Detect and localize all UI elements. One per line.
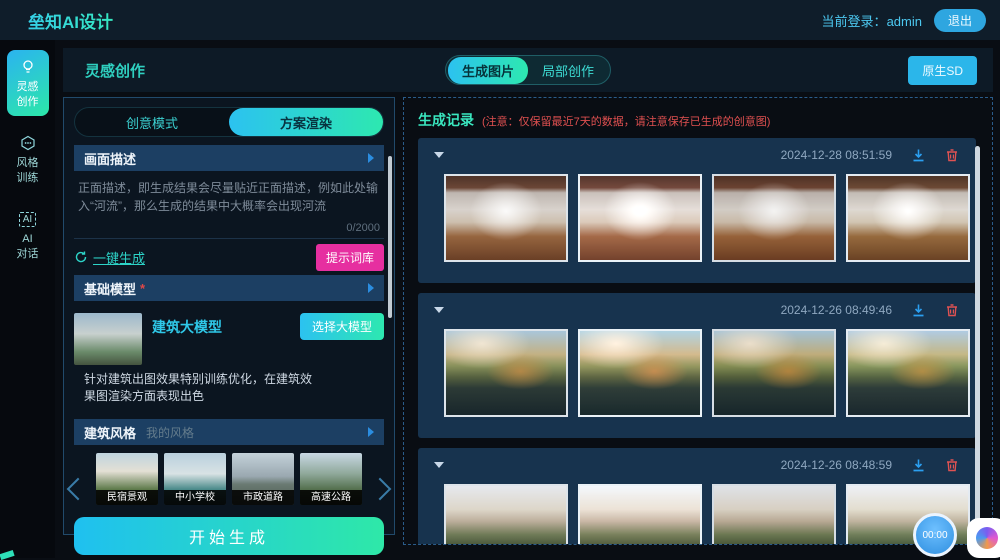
lightbulb-icon [18,57,38,77]
history-title: 生成记录 [418,110,474,130]
generated-image-thumbnail[interactable] [578,174,702,262]
chevron-right-icon [368,153,374,163]
start-generate-button[interactable]: 开始生成 [74,517,384,555]
download-icon[interactable] [910,457,926,473]
style-item-label: 民宿景观 [96,490,158,505]
generated-image-thumbnail[interactable] [712,329,836,417]
generated-image-thumbnail[interactable] [578,484,702,545]
base-model-section-header[interactable]: 基础模型 * [74,275,384,301]
chevron-right-icon [368,283,374,293]
creation-mode-tabs: 生成图片 局部创作 [445,55,611,85]
sidebar-item-label: 风格 [17,156,39,171]
description-section-title: 画面描述 [84,149,136,168]
model-description: 针对建筑出图效果特别训练优化，在建筑效果图渲染方面表现出色 [6,371,316,405]
sidebar-item-label: AI [22,232,32,247]
sidebar-item-label: 训练 [17,171,39,186]
hexagon-icon [18,133,38,153]
one-click-generate-link[interactable]: 一键生成 [74,248,145,267]
style-carousel: 民宿景观 中小学校 市政道路 高速公路 [68,453,390,505]
page-toolbar: 灵感创作 生成图片 局部创作 原生SD [63,48,993,92]
delete-icon[interactable] [944,302,960,318]
app-header: 垒知AI设计 当前登录：admin 退出 [0,0,1000,40]
generation-record: 2024-12-26 08:48:59 [418,448,976,545]
app-title: 垒知AI设计 [28,8,113,33]
style-section-header[interactable]: 建筑风格 我的风格 [74,419,384,445]
style-item[interactable]: 民宿景观 [96,453,158,505]
sidebar-item-label: 创作 [17,95,39,110]
generated-image-thumbnail[interactable] [444,174,568,262]
select-model-button[interactable]: 选择大模型 [300,313,384,340]
download-icon[interactable] [910,147,926,163]
sidebar-item-style-training[interactable]: 风格 训练 [7,126,49,192]
page-title: 灵感创作 [85,60,145,81]
style-item-label: 高速公路 [300,490,362,505]
refresh-icon [74,250,88,264]
login-username: admin [887,14,922,29]
style-section-title: 建筑风格 [84,423,136,442]
delete-icon[interactable] [944,147,960,163]
base-model-section-title: 基础模型 [84,279,136,298]
sidebar: 灵感 创作 风格 训练 AI AI 对话 [0,40,55,558]
collapse-caret-icon[interactable] [434,152,444,158]
style-item[interactable]: 市政道路 [232,453,294,505]
tab-generate-image[interactable]: 生成图片 [448,57,528,84]
generation-settings-panel: 创意模式 方案渲染 画面描述 0/2000 一键生成 提示词库 基础模型 * 建… [63,97,395,535]
required-mark: * [140,281,145,296]
tab-plan-render[interactable]: 方案渲染 [229,108,383,136]
generated-image-thumbnail[interactable] [712,174,836,262]
collapse-caret-icon[interactable] [434,307,444,313]
generation-record: 2024-12-26 08:49:46 [418,293,976,438]
model-thumbnail [74,313,142,365]
generated-image-thumbnail[interactable] [444,329,568,417]
ai-assistant-button[interactable] [967,518,1000,558]
timer-button[interactable]: 00:00 [913,513,957,557]
model-name: 建筑大模型 [152,317,222,337]
generated-image-thumbnail[interactable] [846,174,970,262]
prompt-library-button[interactable]: 提示词库 [316,244,384,271]
style-item[interactable]: 高速公路 [300,453,362,505]
style-item-label: 市政道路 [232,490,294,505]
style-item[interactable]: 中小学校 [164,453,226,505]
base-model-card: 建筑大模型 选择大模型 针对建筑出图效果特别训练优化，在建筑效果图渲染方面表现出… [74,309,384,413]
description-section-header[interactable]: 画面描述 [74,145,384,171]
one-click-generate-label: 一键生成 [93,248,145,267]
sidebar-item-inspiration[interactable]: 灵感 创作 [7,50,49,116]
delete-icon[interactable] [944,457,960,473]
tab-creative-mode[interactable]: 创意模式 [75,108,229,136]
generated-image-thumbnail[interactable] [444,484,568,545]
record-timestamp: 2024-12-26 08:49:46 [781,303,892,317]
description-input[interactable] [74,171,384,233]
carousel-next-icon[interactable] [369,478,392,501]
generated-image-thumbnail[interactable] [712,484,836,545]
description-area: 0/2000 [74,171,384,239]
style-item-label: 中小学校 [164,490,226,505]
sidebar-item-label: 灵感 [17,80,39,95]
tab-partial-creation[interactable]: 局部创作 [528,57,608,84]
login-label: 当前登录： [822,14,887,29]
generated-image-thumbnail[interactable] [846,329,970,417]
login-status: 当前登录：admin [822,11,922,30]
history-scrollbar[interactable] [975,146,980,534]
chevron-right-icon [368,427,374,437]
left-panel-scrollbar[interactable] [388,156,392,318]
char-counter: 0/2000 [346,222,380,234]
generation-history-panel: 生成记录 (注意：仅保留最近7天的数据，请注意保存已生成的创意图) 2024-1… [403,97,993,545]
generated-image-thumbnail[interactable] [578,329,702,417]
my-styles-subtab[interactable]: 我的风格 [146,424,194,441]
record-timestamp: 2024-12-28 08:51:59 [781,148,892,162]
history-notice: (注意：仅保留最近7天的数据，请注意保存已生成的创意图) [482,113,770,129]
logout-button[interactable]: 退出 [934,9,986,32]
mode-tabs: 创意模式 方案渲染 [74,107,384,137]
ai-box-icon: AI [18,209,38,229]
brain-icon [976,527,998,549]
sidebar-item-label: 对话 [17,247,39,262]
sidebar-item-ai-chat[interactable]: AI AI 对话 [7,202,49,268]
generation-record: 2024-12-28 08:51:59 [418,138,976,283]
native-sd-button[interactable]: 原生SD [908,56,977,85]
download-icon[interactable] [910,302,926,318]
collapse-caret-icon[interactable] [434,462,444,468]
record-timestamp: 2024-12-26 08:48:59 [781,458,892,472]
